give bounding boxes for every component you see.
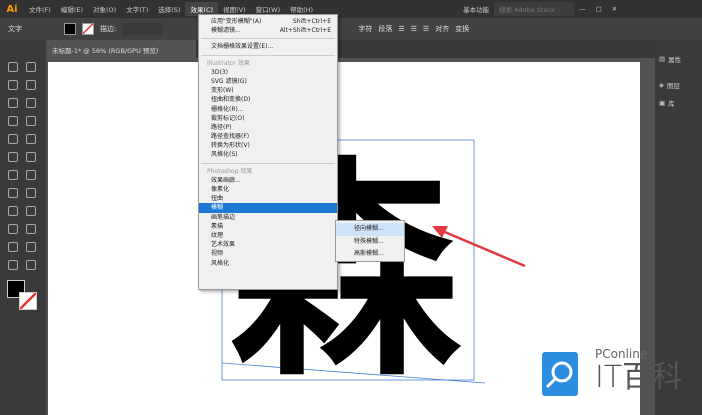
layers-icon: ◈ (659, 81, 664, 89)
menu-item-path[interactable]: 路径(P) (199, 123, 337, 132)
effect-menu: 应用"变形模糊"(A) Shift+Ctrl+E 模糊滤镜... Alt+Shift… (198, 14, 338, 290)
libraries-icon: ▣ (659, 99, 666, 107)
menu-item-distort-transform[interactable]: 扭曲和变换(D) (199, 95, 337, 104)
menu-item-stylize-ps[interactable]: 风格化 (199, 259, 337, 268)
brand-name: IT百科 (595, 360, 683, 395)
panel-layers[interactable]: ◈ 图层 (655, 76, 702, 94)
menu-item-rasterize[interactable]: 栅格化(R)... (199, 105, 337, 114)
menu-item-pathfinder[interactable]: 路径查找器(F) (199, 132, 337, 141)
menu-item-stylize-ai[interactable]: 风格化(S) (199, 150, 337, 159)
panel-libraries[interactable]: ▣ 库 (655, 94, 702, 112)
menu-item-effect-gallery[interactable]: 效果画廊... (199, 176, 337, 185)
menu-item-pixelate[interactable]: 像素化 (199, 185, 337, 194)
pconline-watermark: PConline IT百科 (540, 345, 690, 405)
menu-item-crop-marks[interactable]: 裁剪标记(O) (199, 114, 337, 123)
blur-submenu: 径向模糊... 特殊模糊... 高斯模糊... (335, 220, 405, 262)
menu-item-radial-blur[interactable]: 径向模糊... (336, 223, 404, 236)
shortcut: Alt+Shift+Ctrl+E (279, 27, 331, 35)
separator (201, 38, 335, 40)
menu-item-doc-raster[interactable]: 文档栅格效果设置(E)... (199, 42, 337, 51)
separator (201, 54, 335, 56)
menu-item-brush-strokes[interactable]: 画笔描边 (199, 213, 337, 222)
libraries-label: 库 (668, 100, 675, 108)
label: 应用"变形模糊"(A) (211, 18, 262, 25)
menu-item-apply-last[interactable]: 应用"变形模糊"(A) Shift+Ctrl+E (199, 17, 337, 26)
menu-item-sketch[interactable]: 素描 (199, 222, 337, 231)
properties-icon: ▤ (659, 55, 666, 63)
menu-item-warp[interactable]: 变形(W) (199, 86, 337, 95)
menu-item-blur[interactable]: 模糊 (199, 203, 337, 213)
layers-label: 图层 (667, 82, 680, 90)
menu-item-distort[interactable]: 扭曲 (199, 194, 337, 203)
menu-item-artistic[interactable]: 艺术效果 (199, 240, 337, 249)
menu-item-texture[interactable]: 纹理 (199, 231, 337, 240)
menu-item-gaussian-blur[interactable]: 高斯模糊... (336, 248, 404, 261)
illustrator-effects-header: Illustrator 效果 (207, 59, 250, 67)
panel-properties[interactable]: ▤ 属性 (655, 50, 702, 68)
menu-item-svg-filters[interactable]: SVG 滤镜(G) (199, 77, 337, 86)
magnifier-logo-icon (542, 352, 578, 396)
photoshop-effects-header: Photoshop 效果 (207, 167, 253, 175)
shortcut: Shift+Ctrl+E (292, 18, 331, 25)
properties-label: 属性 (668, 56, 682, 64)
separator (201, 162, 335, 164)
menu-item-video[interactable]: 视频 (199, 249, 337, 258)
menu-item-smart-blur[interactable]: 特殊模糊... (336, 236, 404, 249)
label: 模糊滤镜... (211, 27, 241, 35)
brand-text: PConline (595, 347, 648, 361)
menu-item-convert-shape[interactable]: 转换为形状(V) (199, 141, 337, 150)
menu-item-3d[interactable]: 3D(3) (199, 68, 337, 77)
menu-item-last-effect[interactable]: 模糊滤镜... Alt+Shift+Ctrl+E (199, 26, 337, 35)
